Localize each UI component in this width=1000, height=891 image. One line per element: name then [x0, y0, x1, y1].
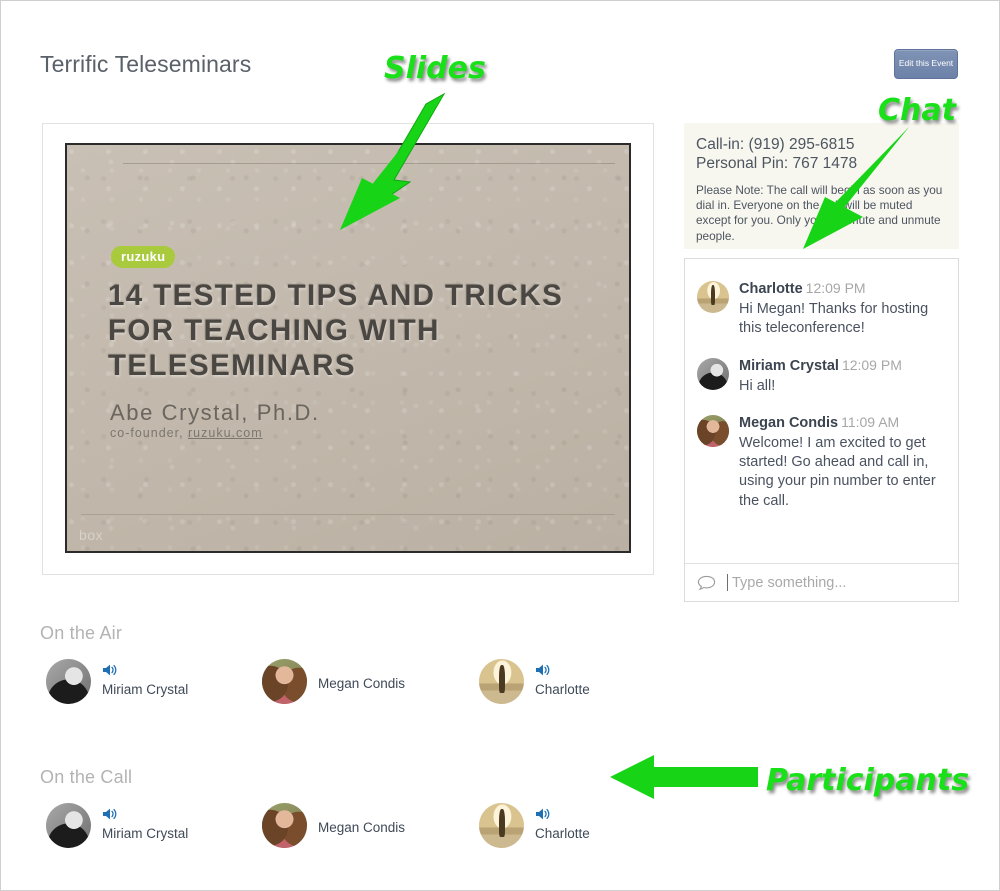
participant-name: Miriam Crystal [102, 682, 189, 697]
chat-message: Charlotte 12:09 PM Hi Megan! Thanks for h… [697, 279, 946, 339]
speech-bubble-icon [697, 575, 719, 591]
speaker-icon[interactable] [535, 664, 552, 681]
slides-annotation-arrow [340, 92, 446, 230]
participant-name: Charlotte [535, 826, 590, 841]
charlotte-avatar [479, 803, 524, 848]
on-the-air-title: On the Air [40, 623, 123, 643]
chat-text: Hi Megan! Thanks for hosting this teleco… [739, 301, 929, 337]
slide-hairline-bottom [81, 514, 615, 515]
chat-message: Megan Condis 11:09 AM Welcome! I am excit… [697, 413, 946, 511]
ruzuku-logo: ruzuku [111, 246, 176, 268]
chat-annotation-arrow [803, 127, 909, 249]
on-the-call-title: On the Call [40, 767, 133, 787]
on-the-call-people: Miriam Crystal Megan Condis Charlotte [40, 803, 660, 861]
participant-item[interactable]: Miriam Crystal [46, 659, 188, 704]
slide-subauthor-link[interactable]: ruzuku.com [188, 426, 263, 440]
on-the-air-people: Miriam Crystal Megan Condis Charlotte [40, 659, 660, 717]
charlotte-avatar [479, 659, 524, 704]
slide-subauthor: co-founder, ruzuku.com [110, 426, 263, 440]
on-the-air-section: On the Air Miriam Crystal Megan Condis C… [40, 623, 660, 717]
slide-footer-mark: box [79, 527, 104, 543]
participant-item[interactable]: Megan Condis [262, 803, 405, 848]
participant-item[interactable]: Charlotte [479, 659, 590, 704]
on-the-call-section: On the Call Miriam Crystal Megan Condis [40, 767, 660, 861]
participant-item[interactable]: Megan Condis [262, 659, 405, 704]
megan-avatar [697, 414, 729, 447]
chat-input-row[interactable] [685, 563, 958, 601]
participant-item[interactable]: Charlotte [479, 803, 590, 848]
speaker-icon[interactable] [102, 664, 119, 681]
participant-name: Charlotte [535, 682, 590, 697]
miriam-avatar [697, 357, 729, 390]
chat-author: Megan Condis [739, 414, 839, 431]
chat-timestamp: 12:09 PM [805, 280, 866, 296]
page-title: Terrific Teleseminars [40, 51, 252, 77]
megan-avatar [262, 659, 307, 704]
chat-text: Hi all! [739, 377, 776, 394]
participant-item[interactable]: Miriam Crystal [46, 803, 188, 848]
edit-event-button[interactable]: Edit this Event [894, 49, 958, 79]
chat-message: Miriam Crystal 12:09 PM Hi all! [697, 356, 946, 396]
chat-panel: Charlotte 12:09 PM Hi Megan! Thanks for h… [684, 258, 959, 602]
slide-title: 14 TESTED TIPS AND TRICKS FOR TEACHING W… [108, 279, 564, 382]
slide-subauthor-prefix: co-founder, [110, 426, 189, 440]
miriam-avatar [46, 659, 91, 704]
chat-message-list: Charlotte 12:09 PM Hi Megan! Thanks for h… [685, 259, 958, 563]
miriam-avatar [46, 803, 91, 848]
speaker-icon[interactable] [102, 808, 119, 825]
chat-input[interactable] [727, 574, 948, 591]
app-window: Terrific Teleseminars Edit this Event ru… [0, 0, 1000, 891]
speaker-icon[interactable] [535, 808, 552, 825]
charlotte-avatar [697, 281, 729, 313]
chat-author: Miriam Crystal [739, 357, 839, 374]
chat-timestamp: 12:09 PM [841, 356, 902, 373]
participant-name: Miriam Crystal [102, 826, 189, 841]
participant-name: Megan Condis [318, 820, 406, 835]
chat-timestamp: 11:09 AM [841, 413, 900, 430]
chat-author: Charlotte [739, 281, 803, 297]
chat-text: Welcome! I am excited to get started! Go… [739, 434, 936, 509]
megan-avatar [262, 803, 307, 848]
participant-name: Megan Condis [318, 676, 406, 691]
participants-annotation-arrow [610, 755, 758, 799]
slide-author: Abe Crystal, Ph.D. [110, 400, 320, 425]
